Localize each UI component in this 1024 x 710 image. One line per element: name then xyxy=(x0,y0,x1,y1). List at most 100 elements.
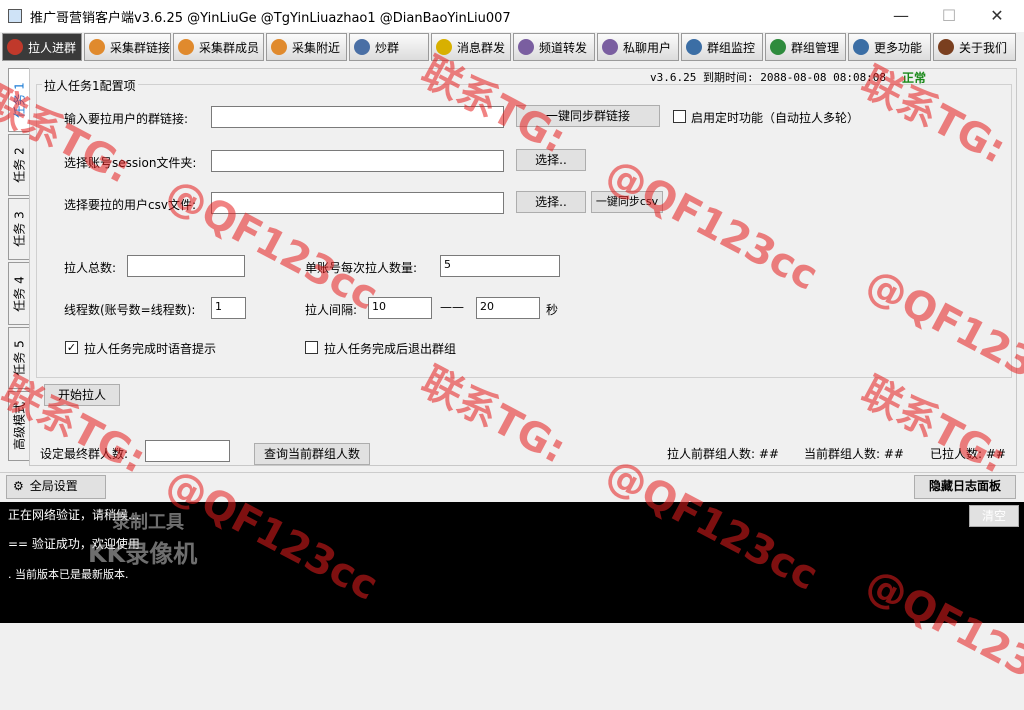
tab-label: 关于我们 xyxy=(959,40,1008,55)
about-icon xyxy=(938,39,954,55)
total-count-label: 拉人总数: xyxy=(64,261,117,275)
tab-label: 消息群发 xyxy=(457,40,506,55)
exit-group-checkbox[interactable] xyxy=(305,341,318,354)
more-icon xyxy=(853,39,869,55)
tab-10[interactable]: 群组管理 xyxy=(765,33,846,61)
start-pull-button[interactable]: 开始拉人 xyxy=(44,384,120,406)
tab-5[interactable]: 炒群 xyxy=(349,33,429,61)
tab-label: 采集群成员 xyxy=(199,40,260,55)
tab-3[interactable]: 采集群成员 xyxy=(173,33,264,61)
clear-log-button[interactable]: 清空 xyxy=(969,505,1019,527)
tab-2[interactable]: 采集群链接 xyxy=(84,33,171,61)
final-count-label: 设定最终群人数: xyxy=(40,447,129,461)
group-link-input[interactable] xyxy=(211,106,504,128)
group-link-label: 输入要拉用户的群链接: xyxy=(64,112,189,126)
title-bar: 推广哥营销客户端v3.6.25 @YinLiuGe @TgYinLiuazhao… xyxy=(0,0,1024,32)
per-account-input[interactable]: 5 xyxy=(440,255,560,277)
before-count-text: 拉人前群组人数: ## xyxy=(667,447,779,461)
current-count-text: 当前群组人数: ## xyxy=(804,447,904,461)
side-tab-2[interactable]: 任务 2 xyxy=(8,134,30,196)
side-tab-6[interactable]: 高级模式 xyxy=(8,391,30,461)
tab-7[interactable]: 频道转发 xyxy=(513,33,595,61)
query-count-button[interactable]: 查询当前群组人数 xyxy=(254,443,370,465)
status-badge: 正常 xyxy=(902,71,927,85)
check-icon xyxy=(770,39,786,55)
tab-label: 频道转发 xyxy=(539,40,588,55)
tab-label: 拉人进群 xyxy=(28,40,77,55)
config-group-title: 拉人任务1配置项 xyxy=(42,77,138,94)
maximize-button[interactable]: ☐ xyxy=(926,0,972,32)
log-console[interactable]: 正在网络验证，请稍候... == 验证成功，欢迎使用 . 当前版本已是最新版本.… xyxy=(0,502,1024,623)
user-icon xyxy=(602,39,618,55)
choose-session-button[interactable]: 选择.. xyxy=(516,149,586,171)
global-settings-button[interactable]: ⚙ 全局设置 xyxy=(6,475,106,499)
side-tab-label: 任务 5 xyxy=(12,340,27,376)
voice-checkbox-label: 拉人任务完成时语音提示 xyxy=(84,342,217,356)
session-folder-input[interactable] xyxy=(211,150,504,172)
monitor-icon xyxy=(686,39,702,55)
tab-label: 采集附近 xyxy=(292,40,341,55)
sync-csv-button[interactable]: 一键同步csv xyxy=(591,191,663,213)
exit-group-checkbox-label: 拉人任务完成后退出群组 xyxy=(324,342,457,356)
side-tab-label: 任务 4 xyxy=(12,275,27,312)
per-account-label: 单账号每次拉人数量: xyxy=(305,261,418,275)
total-count-input[interactable] xyxy=(127,255,245,277)
global-settings-label: 全局设置 xyxy=(29,479,78,493)
app-icon xyxy=(8,9,22,23)
gear-icon: ⚙ xyxy=(13,479,24,493)
csv-file-input[interactable] xyxy=(211,192,504,214)
tab-1[interactable]: 拉人进群 xyxy=(2,33,82,61)
people-icon xyxy=(7,39,23,55)
side-tab-label: 任务 3 xyxy=(12,211,27,247)
pulled-count-text: 已拉人数: ## xyxy=(930,447,1006,461)
interval-dash: —— xyxy=(440,300,464,314)
tab-12[interactable]: 关于我们 xyxy=(933,33,1016,61)
voice-checkbox[interactable]: ✓ xyxy=(65,341,78,354)
side-tab-1[interactable]: 任务 1 xyxy=(8,68,30,132)
user-icon xyxy=(518,39,534,55)
face-icon xyxy=(89,39,105,55)
side-tab-4[interactable]: 任务 4 xyxy=(8,262,30,325)
config-group-frame xyxy=(36,84,1012,378)
tab-label: 更多功能 xyxy=(874,40,923,55)
tab-9[interactable]: 群组监控 xyxy=(681,33,763,61)
choose-csv-button[interactable]: 选择.. xyxy=(516,191,586,213)
csv-file-label: 选择要拉的用户csv文件: xyxy=(64,198,196,212)
tab-11[interactable]: 更多功能 xyxy=(848,33,931,61)
interval-min-input[interactable]: 10 xyxy=(368,297,432,319)
tab-label: 炒群 xyxy=(375,40,400,55)
minimize-button[interactable]: — xyxy=(878,0,924,32)
tab-label: 群组监控 xyxy=(707,40,756,55)
interval-max-input[interactable]: 20 xyxy=(476,297,540,319)
timer-checkbox[interactable] xyxy=(673,110,686,123)
side-tab-3[interactable]: 任务 3 xyxy=(8,198,30,260)
tab-label: 采集群链接 xyxy=(110,40,171,55)
tab-8[interactable]: 私聊用户 xyxy=(597,33,679,61)
sync-group-link-button[interactable]: 一键同步群链接 xyxy=(516,105,660,127)
interval-unit: 秒 xyxy=(546,303,559,317)
tab-4[interactable]: 采集附近 xyxy=(266,33,347,61)
tab-label: 私聊用户 xyxy=(623,40,672,55)
threads-label: 线程数(账号数=线程数): xyxy=(64,303,196,317)
tab-label: 群组管理 xyxy=(791,40,840,55)
threads-input[interactable]: 1 xyxy=(211,297,246,319)
hide-log-button[interactable]: 隐藏日志面板 xyxy=(914,475,1016,499)
side-tab-label: 任务 1 xyxy=(12,82,27,118)
face-icon xyxy=(271,39,287,55)
version-expiry-text: v3.6.25 到期时间: 2088-08-08 08:08:08 xyxy=(650,71,887,84)
tab-6[interactable]: 消息群发 xyxy=(431,33,511,61)
session-folder-label: 选择账号session文件夹: xyxy=(64,156,197,170)
interval-label: 拉人间隔: xyxy=(305,303,358,317)
close-button[interactable]: ✕ xyxy=(974,0,1020,32)
global-bar xyxy=(0,472,1024,502)
timer-checkbox-label: 启用定时功能（自动拉人多轮） xyxy=(691,111,860,125)
message-icon xyxy=(436,39,452,55)
recorder-watermark-line2: KK录像机 xyxy=(88,540,198,568)
person-icon xyxy=(354,39,370,55)
final-count-input[interactable] xyxy=(145,440,230,462)
face-icon xyxy=(178,39,194,55)
side-tab-label: 任务 2 xyxy=(12,147,27,183)
recorder-watermark-line1: 录制工具 xyxy=(112,512,184,533)
side-tab-5[interactable]: 任务 5 xyxy=(8,327,30,389)
window-title: 推广哥营销客户端v3.6.25 @YinLiuGe @TgYinLiuazhao… xyxy=(30,11,511,26)
